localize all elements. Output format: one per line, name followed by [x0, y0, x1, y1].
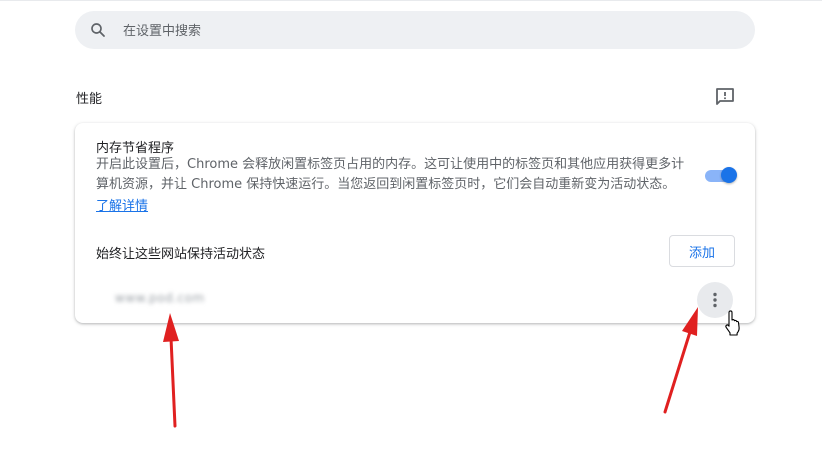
settings-search-bar[interactable] [75, 11, 755, 51]
annotation-arrow-left [163, 313, 179, 428]
memory-saver-toggle[interactable] [703, 165, 737, 185]
add-site-button[interactable]: 添加 [669, 235, 735, 267]
site-name: www.pod.com [115, 291, 205, 305]
memory-saver-card: 内存节省程序 开启此设置后，Chrome 会释放闲置标签页占用的内存。这可让使用… [75, 123, 755, 323]
more-vert-icon [713, 292, 717, 308]
learn-more-link[interactable]: 了解详情 [96, 195, 148, 214]
search-input[interactable] [121, 11, 725, 51]
top-divider [0, 0, 822, 1]
memory-saver-title: 内存节省程序 [96, 141, 175, 156]
toggle-knob [721, 167, 737, 183]
site-list-row: www.pod.com [75, 281, 755, 323]
section-title: 性能 [76, 92, 103, 107]
memory-saver-description: 开启此设置后，Chrome 会释放闲置标签页占用的内存。这可让使用中的标签页和其… [96, 157, 685, 192]
search-icon [91, 23, 105, 37]
always-active-label: 始终让这些网站保持活动状态 [96, 247, 266, 262]
hand-cursor-icon [725, 310, 740, 336]
feedback-icon[interactable] [713, 85, 737, 109]
